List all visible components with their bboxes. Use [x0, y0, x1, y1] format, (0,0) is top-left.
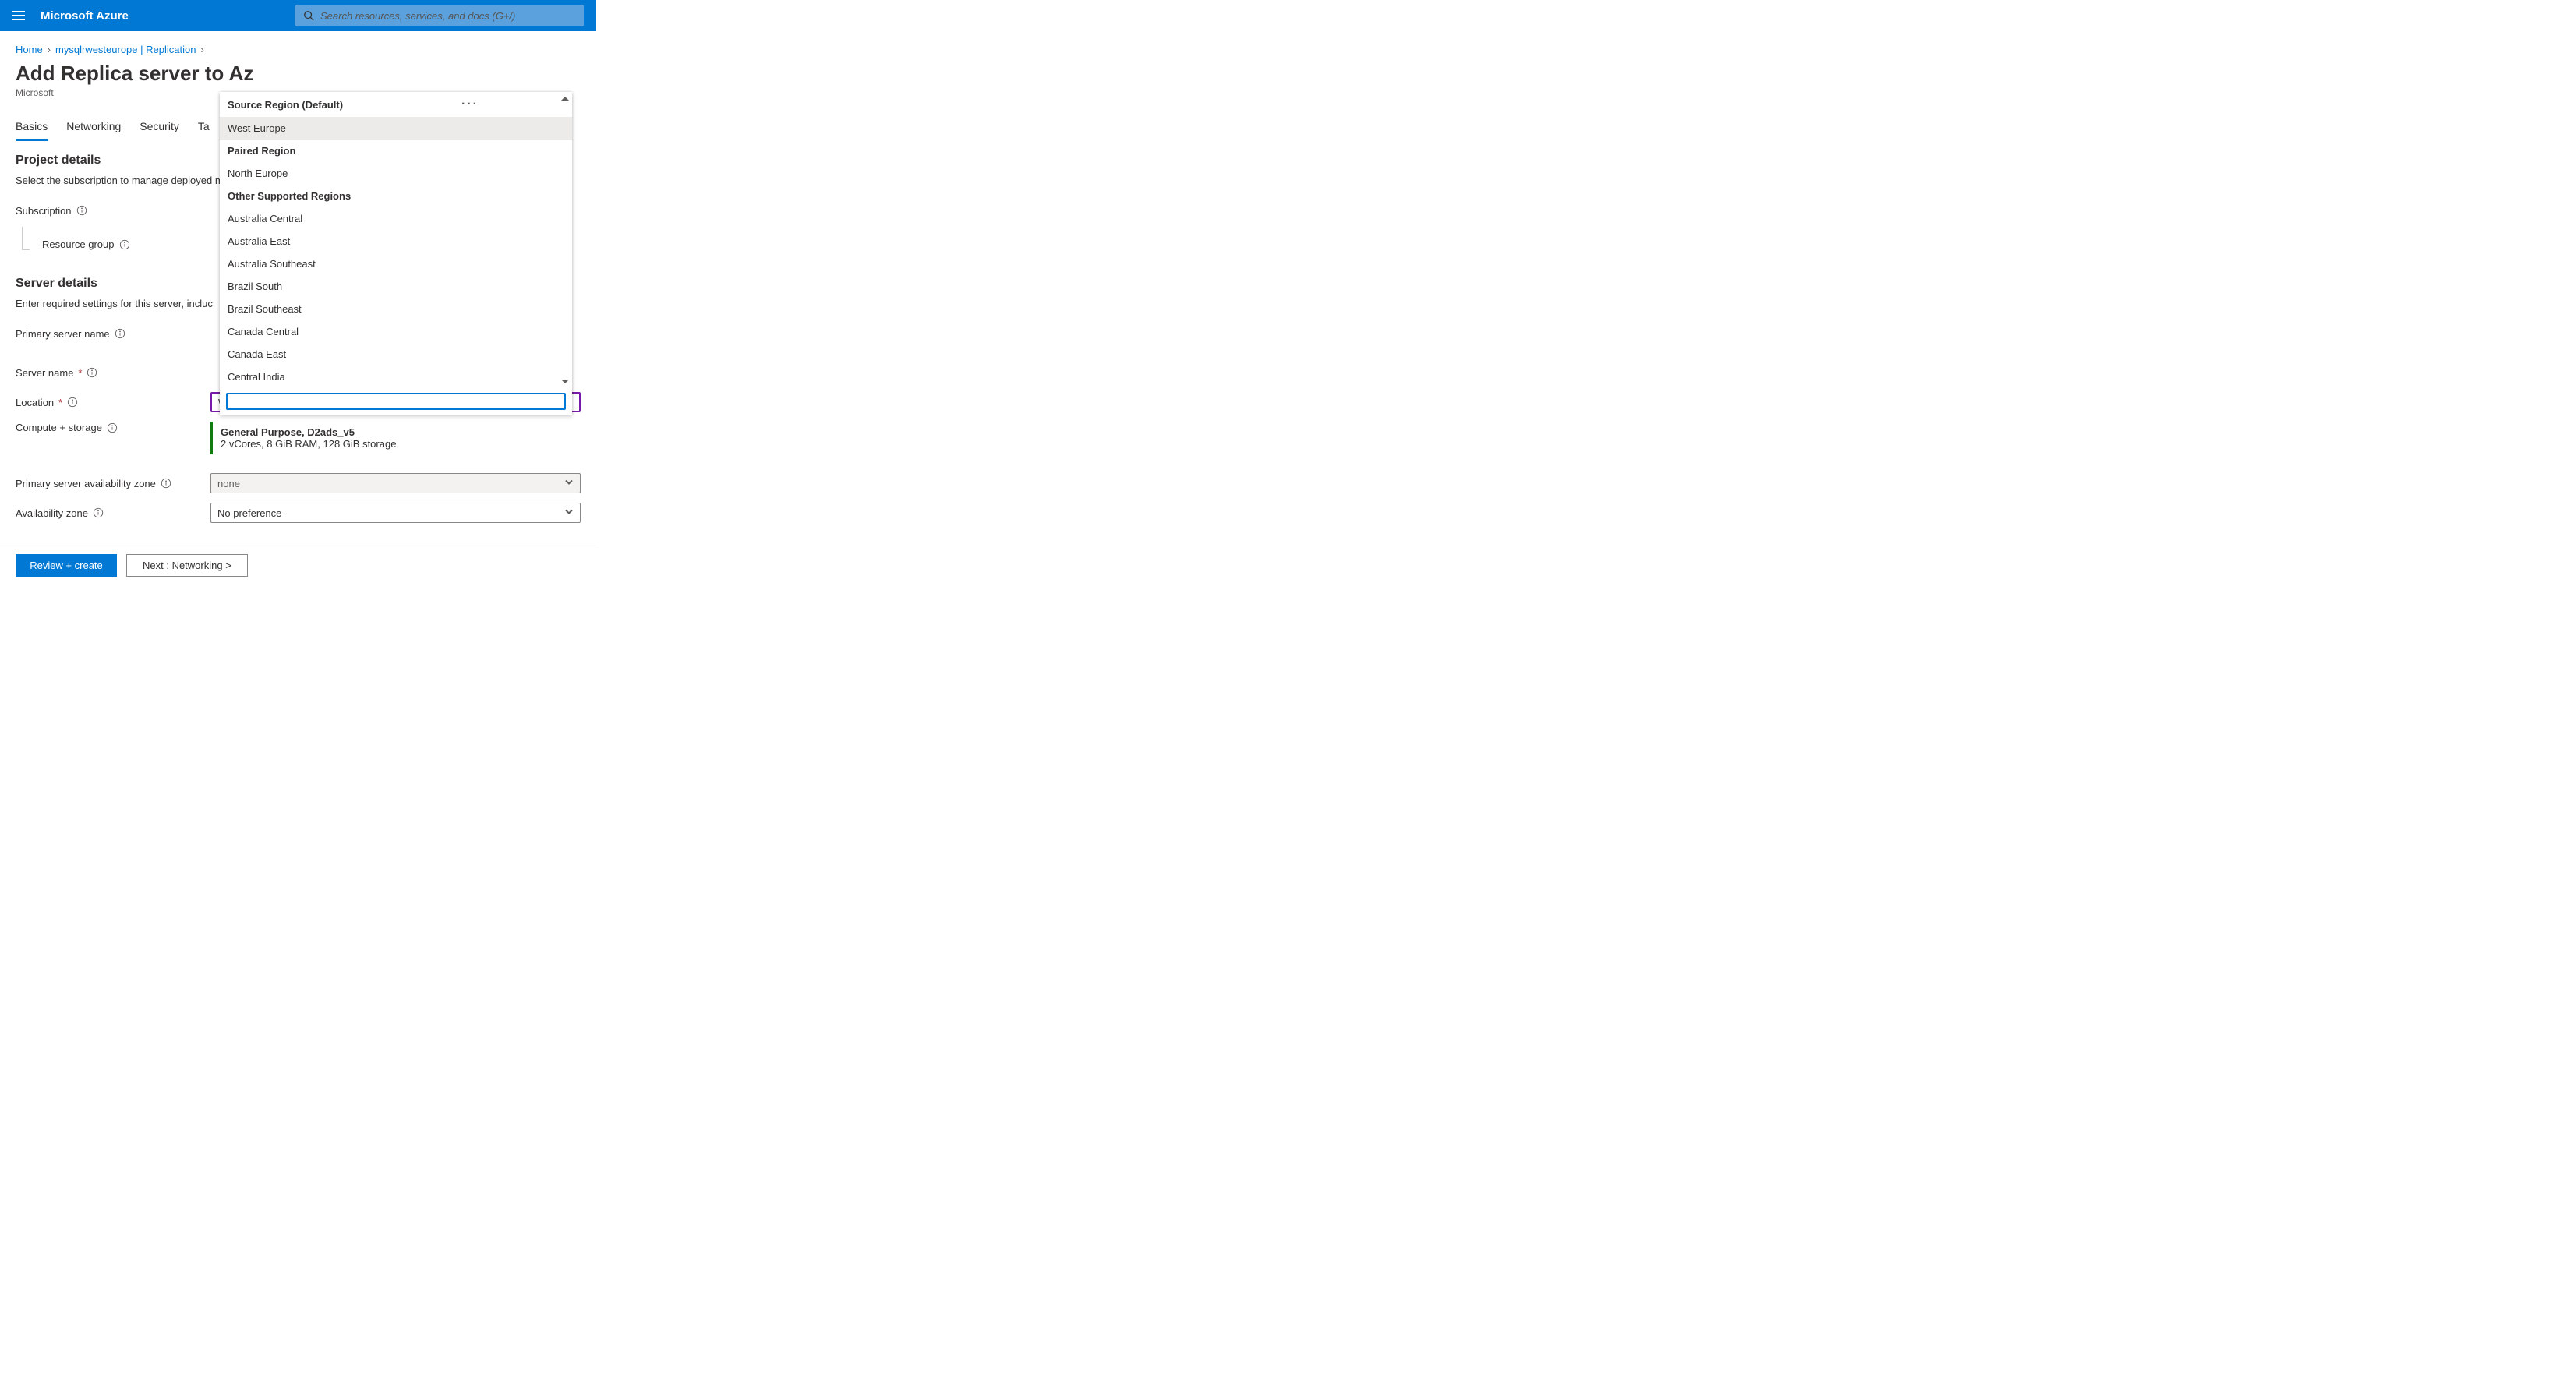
- dd-item-canada-east[interactable]: Canada East: [220, 343, 572, 366]
- dd-other-regions-header: Other Supported Regions: [220, 185, 572, 207]
- primary-az-select: none: [210, 473, 581, 493]
- search-icon: [303, 10, 314, 21]
- tab-security[interactable]: Security: [140, 114, 179, 141]
- footer-bar: Review + create Next : Networking >: [0, 546, 596, 584]
- tab-networking[interactable]: Networking: [66, 114, 121, 141]
- dd-item-australia-central[interactable]: Australia Central: [220, 207, 572, 230]
- dd-source-region-header: Source Region (Default) ···: [220, 92, 572, 117]
- breadcrumb-home[interactable]: Home: [16, 44, 43, 55]
- az-row: Availability zone No preference: [16, 503, 581, 523]
- dd-paired-region-header: Paired Region: [220, 140, 572, 162]
- info-icon[interactable]: [115, 328, 125, 339]
- primary-server-name-label: Primary server name: [16, 328, 210, 340]
- next-networking-button[interactable]: Next : Networking >: [126, 554, 248, 577]
- compute-storage-summary: General Purpose, D2ads_v5 2 vCores, 8 Gi…: [210, 422, 581, 454]
- info-icon[interactable]: [67, 397, 78, 408]
- info-icon[interactable]: [119, 239, 130, 250]
- location-dropdown-list[interactable]: Source Region (Default) ··· West Europe …: [220, 92, 572, 388]
- tab-basics[interactable]: Basics: [16, 114, 48, 141]
- hamburger-menu[interactable]: [12, 9, 25, 22]
- scroll-down-icon[interactable]: [561, 380, 569, 383]
- az-select[interactable]: No preference: [210, 503, 581, 523]
- breadcrumb: Home › mysqlrwesteurope | Replication ›: [16, 44, 581, 55]
- dd-item-brazil-southeast[interactable]: Brazil Southeast: [220, 298, 572, 320]
- page-content: Home › mysqlrwesteurope | Replication › …: [0, 31, 596, 584]
- compute-storage-label: Compute + storage: [16, 422, 210, 433]
- info-icon[interactable]: [161, 478, 171, 489]
- search-input[interactable]: [320, 10, 576, 22]
- chevron-down-icon: [564, 478, 574, 489]
- location-dropdown-panel: Source Region (Default) ··· West Europe …: [220, 92, 572, 415]
- chevron-down-icon: [564, 507, 574, 519]
- more-icon[interactable]: ···: [461, 97, 479, 111]
- server-name-label: Server name *: [16, 367, 210, 379]
- required-star: *: [78, 367, 82, 379]
- info-icon[interactable]: [107, 422, 118, 433]
- info-icon[interactable]: [76, 205, 87, 216]
- az-label: Availability zone: [16, 507, 210, 519]
- tab-tags[interactable]: Ta: [198, 114, 210, 141]
- dd-item-brazil-south[interactable]: Brazil South: [220, 275, 572, 298]
- dd-item-north-europe[interactable]: North Europe: [220, 162, 572, 185]
- info-icon[interactable]: [87, 367, 97, 378]
- location-search-input[interactable]: [226, 393, 566, 410]
- primary-az-row: Primary server availability zone none: [16, 473, 581, 493]
- chevron-right-icon: ›: [200, 44, 203, 55]
- dd-item-canada-central[interactable]: Canada Central: [220, 320, 572, 343]
- breadcrumb-resource[interactable]: mysqlrwesteurope | Replication: [55, 44, 196, 55]
- dd-item-central-india[interactable]: Central India: [220, 366, 572, 388]
- resource-group-label: Resource group: [16, 238, 210, 250]
- dd-item-australia-southeast[interactable]: Australia Southeast: [220, 253, 572, 275]
- required-star: *: [58, 397, 62, 408]
- location-label: Location *: [16, 397, 210, 408]
- top-header: Microsoft Azure: [0, 0, 596, 31]
- global-search[interactable]: [295, 5, 584, 26]
- info-icon[interactable]: [93, 507, 104, 518]
- review-create-button[interactable]: Review + create: [16, 554, 117, 577]
- dd-item-australia-east[interactable]: Australia East: [220, 230, 572, 253]
- chevron-right-icon: ›: [48, 44, 51, 55]
- scroll-up-icon[interactable]: [561, 97, 569, 101]
- compute-storage-row: Compute + storage General Purpose, D2ads…: [16, 422, 581, 454]
- dd-search-row: [220, 388, 572, 415]
- subscription-label: Subscription: [16, 205, 210, 217]
- primary-az-label: Primary server availability zone: [16, 478, 210, 489]
- brand-label[interactable]: Microsoft Azure: [41, 9, 129, 23]
- page-title: Add Replica server to Az: [16, 62, 581, 86]
- dd-item-west-europe[interactable]: West Europe: [220, 117, 572, 140]
